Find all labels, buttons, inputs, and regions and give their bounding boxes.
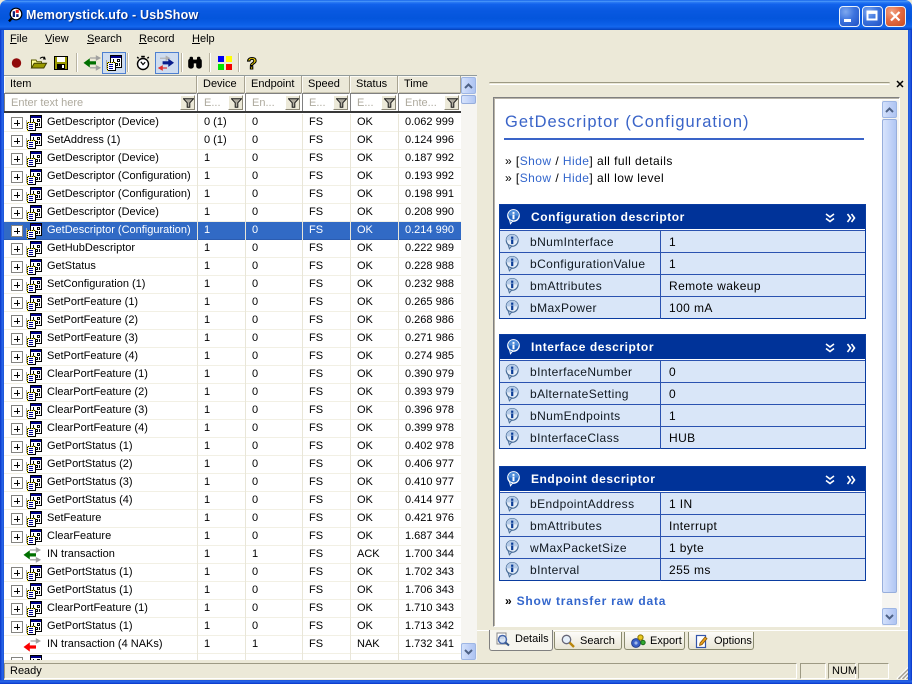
svg-text:?: ? [247, 55, 257, 71]
